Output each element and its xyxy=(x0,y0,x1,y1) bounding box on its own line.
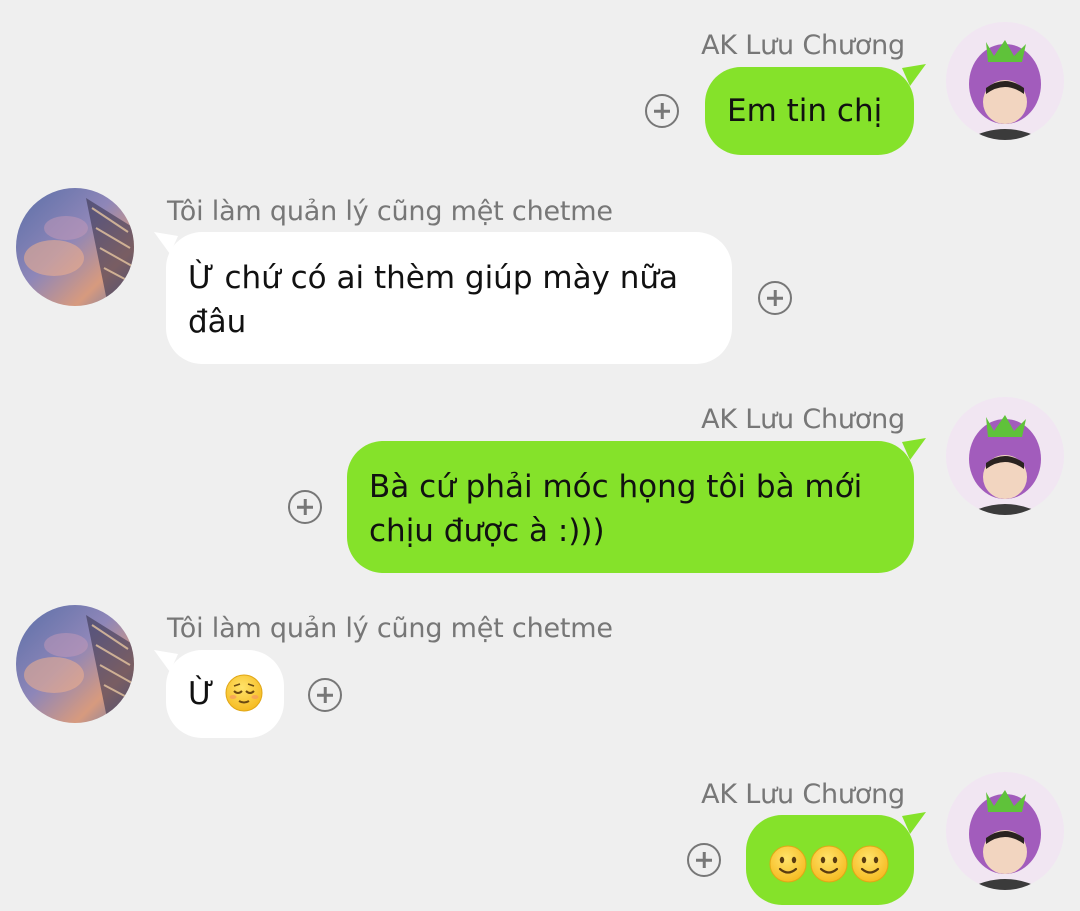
message-line-1: Bà cứ phải móc họng tôi bà mới xyxy=(369,469,863,505)
message-line-2: đâu xyxy=(188,304,247,340)
message-bubble[interactable]: Em tin chị xyxy=(705,67,914,155)
message-text: Ừ xyxy=(188,676,215,712)
relieved-face-icon xyxy=(225,674,263,711)
message-bubble[interactable]: Bà cứ phải móc họng tôi bà mới chịu được… xyxy=(347,441,914,573)
bubble-tail xyxy=(902,438,926,460)
message-bubble[interactable] xyxy=(746,815,914,905)
sender-name: AK Lưu Chương xyxy=(701,30,905,61)
avatar-me[interactable] xyxy=(946,22,1064,140)
message-bubble[interactable]: Ừ chứ có ai thèm giúp mày nữa đâu xyxy=(166,232,732,364)
avatar-me[interactable] xyxy=(946,397,1064,515)
message-line-1: Ừ chứ có ai thèm giúp mày nữa xyxy=(188,260,679,296)
bubble-tail xyxy=(902,64,926,86)
sender-name: AK Lưu Chương xyxy=(701,779,905,810)
avatar-other[interactable] xyxy=(16,605,134,723)
slightly-smiling-face-icon xyxy=(810,845,848,882)
message-line-2: chịu được à :))) xyxy=(369,513,605,549)
message-text: Em tin chị xyxy=(727,93,883,129)
bubble-tail xyxy=(902,812,926,834)
avatar-other[interactable] xyxy=(16,188,134,306)
sender-name: AK Lưu Chương xyxy=(701,404,905,435)
slightly-smiling-face-icon xyxy=(769,845,807,882)
message-bubble[interactable]: Ừ xyxy=(166,650,284,738)
slightly-smiling-face-icon xyxy=(851,845,889,882)
add-reaction-icon[interactable] xyxy=(645,94,679,128)
add-reaction-icon[interactable] xyxy=(288,490,322,524)
sender-name: Tôi làm quản lý cũng mệt chetme xyxy=(167,196,613,227)
add-reaction-icon[interactable] xyxy=(687,843,721,877)
sender-name: Tôi làm quản lý cũng mệt chetme xyxy=(167,613,613,644)
avatar-me[interactable] xyxy=(946,772,1064,890)
add-reaction-icon[interactable] xyxy=(308,678,342,712)
add-reaction-icon[interactable] xyxy=(758,281,792,315)
